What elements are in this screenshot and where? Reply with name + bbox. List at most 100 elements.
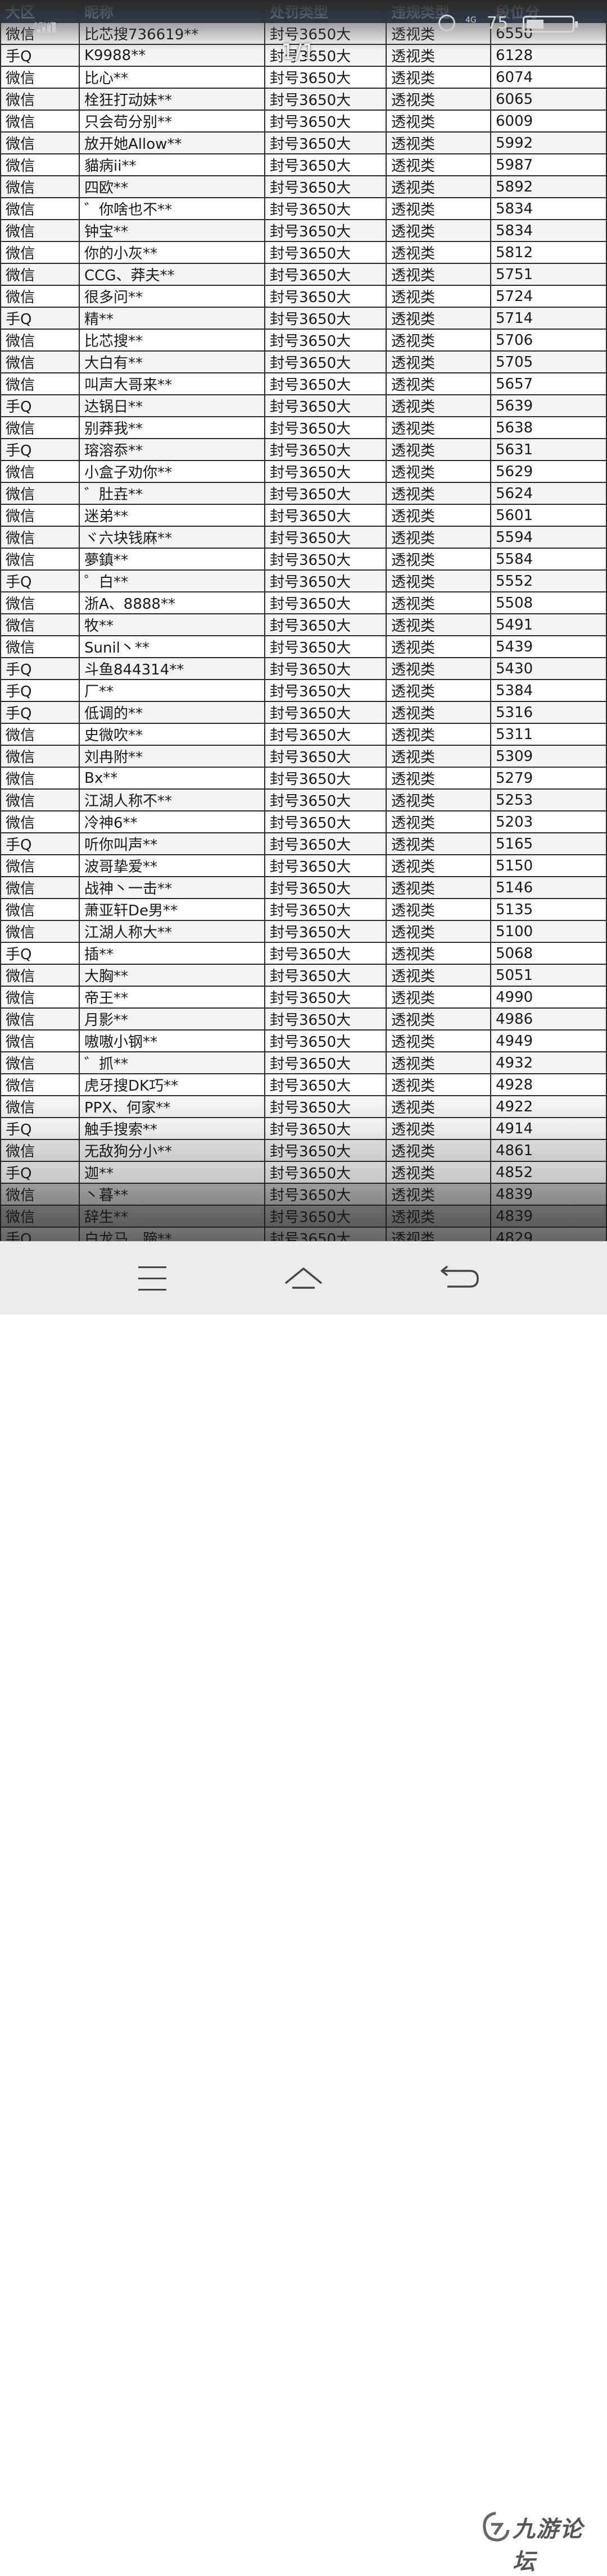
table-row: 微信 PPX、何家** 封号3650大 透视类 4922 bbox=[0, 1095, 607, 1118]
cell-rank-score: 5639 bbox=[490, 394, 607, 417]
cell-rank-score: 4922 bbox=[490, 1095, 607, 1118]
battery-percent: 75 bbox=[487, 13, 509, 33]
cell-region: 微信 bbox=[0, 416, 80, 439]
cell-region: 微信 bbox=[0, 88, 80, 111]
cell-violation-type: 透视类 bbox=[386, 767, 491, 790]
cell-violation-type: 透视类 bbox=[386, 679, 491, 702]
cell-violation-type: 透视类 bbox=[386, 986, 491, 1009]
cell-region: 微信 bbox=[0, 482, 80, 505]
cell-nickname: 很多问** bbox=[79, 285, 265, 308]
table-body: 微信 比芯搜736619** 封号3650大 透视类 6550 手Q K9988** 封号36… bbox=[0, 22, 607, 1241]
cell-rank-score: 5812 bbox=[490, 241, 607, 264]
table-row: 微信 四欧** 封号3650大 透视类 5892 bbox=[0, 175, 607, 198]
cell-rank-score: 5601 bbox=[490, 504, 607, 527]
table-row: 微信 ゛抓** 封号3650大 透视类 4932 bbox=[0, 1051, 607, 1074]
cell-rank-score: 5714 bbox=[490, 307, 607, 330]
cell-penalty-type: 封号3650大 bbox=[264, 350, 387, 373]
table-row: 微信 很多问** 封号3650大 透视类 5724 bbox=[0, 285, 607, 308]
cell-penalty-type: 封号3650大 bbox=[264, 942, 387, 965]
table-row: 微信 比心** 封号3650大 透视类 6074 bbox=[0, 66, 607, 89]
table-row: 微信 战神丶一击** 封号3650大 透视类 5146 bbox=[0, 876, 607, 899]
cell-violation-type: 透视类 bbox=[386, 1051, 491, 1074]
cell-region: 微信 bbox=[0, 153, 80, 176]
cell-region: 手Q bbox=[0, 942, 80, 965]
cell-region: 手Q bbox=[0, 307, 80, 330]
cell-violation-type: 透视类 bbox=[386, 285, 491, 308]
cell-nickname: 刘冉附** bbox=[79, 745, 265, 768]
cell-violation-type: 透视类 bbox=[386, 591, 491, 614]
cell-nickname: 比芯搜** bbox=[79, 329, 265, 352]
table-row: 微信 丶暮** 封号3650大 透视类 4839 bbox=[0, 1183, 607, 1206]
cell-violation-type: 透视类 bbox=[386, 810, 491, 833]
cell-nickname: 小盒子劝你** bbox=[79, 460, 265, 483]
cell-violation-type: 透视类 bbox=[386, 22, 491, 45]
table-row: 微信 Bx** 封号3650大 透视类 5279 bbox=[0, 767, 607, 790]
cell-violation-type: 透视类 bbox=[386, 504, 491, 527]
cell-penalty-type: 封号3650大 bbox=[264, 810, 387, 833]
back-button[interactable] bbox=[431, 1254, 487, 1302]
image-viewer[interactable]: 大区 昵称 处罚类型 违规类型 段位分 微信 比芯搜736619** 封号3650大… bbox=[0, 0, 607, 1241]
cell-nickname: 瑢溶忝** bbox=[79, 438, 265, 461]
cell-nickname: 迦** bbox=[79, 1161, 265, 1184]
cell-violation-type: 透视类 bbox=[386, 1029, 491, 1052]
cell-region: 手Q bbox=[0, 1161, 80, 1184]
cell-penalty-type: 封号3650大 bbox=[264, 657, 387, 680]
cell-region: 微信 bbox=[0, 110, 80, 133]
cell-penalty-type: 封号3650大 bbox=[264, 372, 387, 395]
cell-violation-type: 透视类 bbox=[386, 197, 491, 220]
cell-region: 微信 bbox=[0, 548, 80, 571]
cell-penalty-type: 封号3650大 bbox=[264, 329, 387, 352]
navigation-bar: 九游论坛 bbox=[0, 1241, 607, 2575]
cell-rank-score: 5892 bbox=[490, 175, 607, 198]
cell-region: 微信 bbox=[0, 1139, 80, 1162]
cell-nickname: 迷弟** bbox=[79, 504, 265, 527]
header-region: 大区 bbox=[0, 0, 80, 23]
cell-penalty-type: 封号3650大 bbox=[264, 307, 387, 330]
cell-rank-score: 5439 bbox=[490, 635, 607, 658]
cell-nickname: 你的小灰** bbox=[79, 241, 265, 264]
cell-region: 手Q bbox=[0, 569, 80, 592]
menu-button[interactable] bbox=[125, 1254, 181, 1302]
cell-nickname: 比心** bbox=[79, 66, 265, 89]
table-row: 微信 刘冉附** 封号3650大 透视类 5309 bbox=[0, 745, 607, 768]
table-row: 手Q 低调的** 封号3650大 透视类 5316 bbox=[0, 701, 607, 724]
cell-nickname: 战神丶一击** bbox=[79, 876, 265, 899]
cell-rank-score: 5253 bbox=[490, 788, 607, 811]
cell-rank-score: 4928 bbox=[490, 1073, 607, 1096]
cell-violation-type: 透视类 bbox=[386, 1205, 491, 1228]
cell-violation-type: 透视类 bbox=[386, 1161, 491, 1184]
table-row: 手Q 触手搜索** 封号3650大 透视类 4914 bbox=[0, 1117, 607, 1140]
table-row: 微信 ヾ六块钱麻** 封号3650大 透视类 5594 bbox=[0, 526, 607, 549]
cell-penalty-type: 封号3650大 bbox=[264, 131, 387, 154]
cell-nickname: Bx** bbox=[79, 767, 265, 790]
cell-penalty-type: 封号3650大 bbox=[264, 548, 387, 571]
cell-rank-score: 4990 bbox=[490, 986, 607, 1009]
cell-violation-type: 透视类 bbox=[386, 635, 491, 658]
cell-violation-type: 透视类 bbox=[386, 876, 491, 899]
cell-penalty-type: 封号3650大 bbox=[264, 263, 387, 286]
cell-rank-score: 4932 bbox=[490, 1051, 607, 1074]
table-row: 微信 夢鎮** 封号3650大 透视类 5584 bbox=[0, 548, 607, 571]
cell-region: 微信 bbox=[0, 241, 80, 264]
cell-nickname: 厂** bbox=[79, 679, 265, 702]
cell-rank-score: 5508 bbox=[490, 591, 607, 614]
home-button[interactable] bbox=[275, 1254, 332, 1302]
cell-penalty-type: 封号3650大 bbox=[264, 767, 387, 790]
cell-region: 微信 bbox=[0, 285, 80, 308]
cell-violation-type: 透视类 bbox=[386, 394, 491, 417]
cell-region: 微信 bbox=[0, 964, 80, 987]
cell-region: 微信 bbox=[0, 876, 80, 899]
cell-nickname: 丶暮** bbox=[79, 1183, 265, 1206]
cell-nickname: 精** bbox=[79, 307, 265, 330]
cell-penalty-type: 封号3650大 bbox=[264, 110, 387, 133]
table-row: 微信 CCG、莽夫** 封号3650大 透视类 5751 bbox=[0, 263, 607, 286]
cell-violation-type: 透视类 bbox=[386, 920, 491, 943]
cell-nickname: ゛肚壵** bbox=[79, 482, 265, 505]
cell-violation-type: 透视类 bbox=[386, 745, 491, 768]
cell-penalty-type: 封号3650大 bbox=[264, 920, 387, 943]
table-row: 微信 月影** 封号3650大 透视类 4986 bbox=[0, 1007, 607, 1031]
cell-nickname: K9988** bbox=[79, 44, 265, 67]
table-row: 微信 比芯搜** 封号3650大 透视类 5706 bbox=[0, 329, 607, 352]
cell-region: 微信 bbox=[0, 131, 80, 154]
table-row: 微信 牧** 封号3650大 透视类 5491 bbox=[0, 613, 607, 636]
